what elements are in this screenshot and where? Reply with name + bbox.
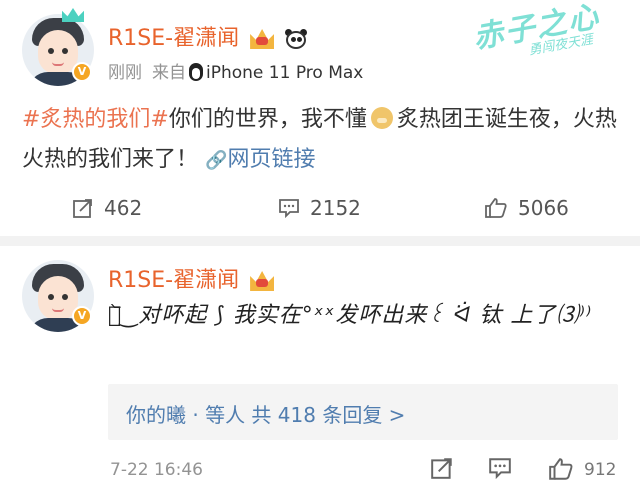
decorative-logo: 赤子之心 勇闯夜天涯 [470,0,603,59]
comment-reply-icon[interactable] [488,456,512,480]
comment-verified-badge-icon: V [72,306,92,326]
comment-icon [279,199,299,219]
comment-like-icon[interactable] [548,456,574,482]
dog-emoji-icon [370,107,393,129]
comment-username[interactable]: R1SE-翟潇闻 [108,262,275,294]
comment-count: 2152 [310,196,361,220]
topic-link[interactable]: #炙热的我们# [22,107,169,132]
comment-timestamp: 7-22 16:46 [110,460,203,480]
crown-badge-icon [250,29,275,49]
comment-button[interactable]: 2152 [278,190,361,226]
post-text-part1: 你们的世界，我不懂 [168,107,367,132]
link-icon: 🔗 [205,150,228,171]
section-divider [0,236,640,246]
panda-badge-icon [285,29,308,49]
post-source-prefix: 来自 [152,63,186,83]
like-icon [485,198,507,218]
repost-icon [73,199,92,218]
comment-crown-badge-icon [250,271,275,291]
comment-repost-icon[interactable] [430,456,454,480]
post-time: 刚刚 [108,63,142,83]
verified-badge-icon: V [72,62,92,82]
reply-summary-box[interactable]: 你的曦 · 等人 共 418 条回复 > [108,384,618,440]
like-button[interactable]: 5066 [484,190,569,226]
repost-button[interactable]: 462 [72,190,142,226]
post-actions: 462 2152 5066 [0,190,640,226]
comment-footer: 7-22 16:46 912 [108,456,618,486]
post-meta: 刚刚 来自 iPhone 11 Pro Max [108,58,363,83]
post-body: #炙热的我们#你们的世界，我不懂 炙热团王诞生夜，火热火热的我们来了！ 🔗网页链接 [22,100,622,181]
post-username[interactable]: R1SE-翟潇闻 [108,20,308,52]
reply-summary[interactable]: 你的曦 · 等人 共 418 条回复 > [126,399,405,428]
comment-like-count: 912 [584,460,617,480]
avatar-crown-icon [62,8,84,22]
repost-count: 462 [104,196,143,220]
web-link[interactable]: 🔗网页链接 [205,147,315,172]
comment-username-text[interactable]: R1SE-翟潇闻 [108,268,239,293]
post-device: iPhone 11 Pro Max [206,63,364,83]
post-username-text[interactable]: R1SE-翟潇闻 [108,26,239,51]
like-count: 5066 [518,196,569,220]
web-link-label[interactable]: 网页链接 [227,147,315,172]
comment-text: ⌒᷅ ͜ 对吥起 ⟆ 我实在°ˣˣ发吥出来꒰ ᐛ 钛 上了⑶⁾⁾ [108,303,593,328]
penguin-icon [187,63,205,81]
